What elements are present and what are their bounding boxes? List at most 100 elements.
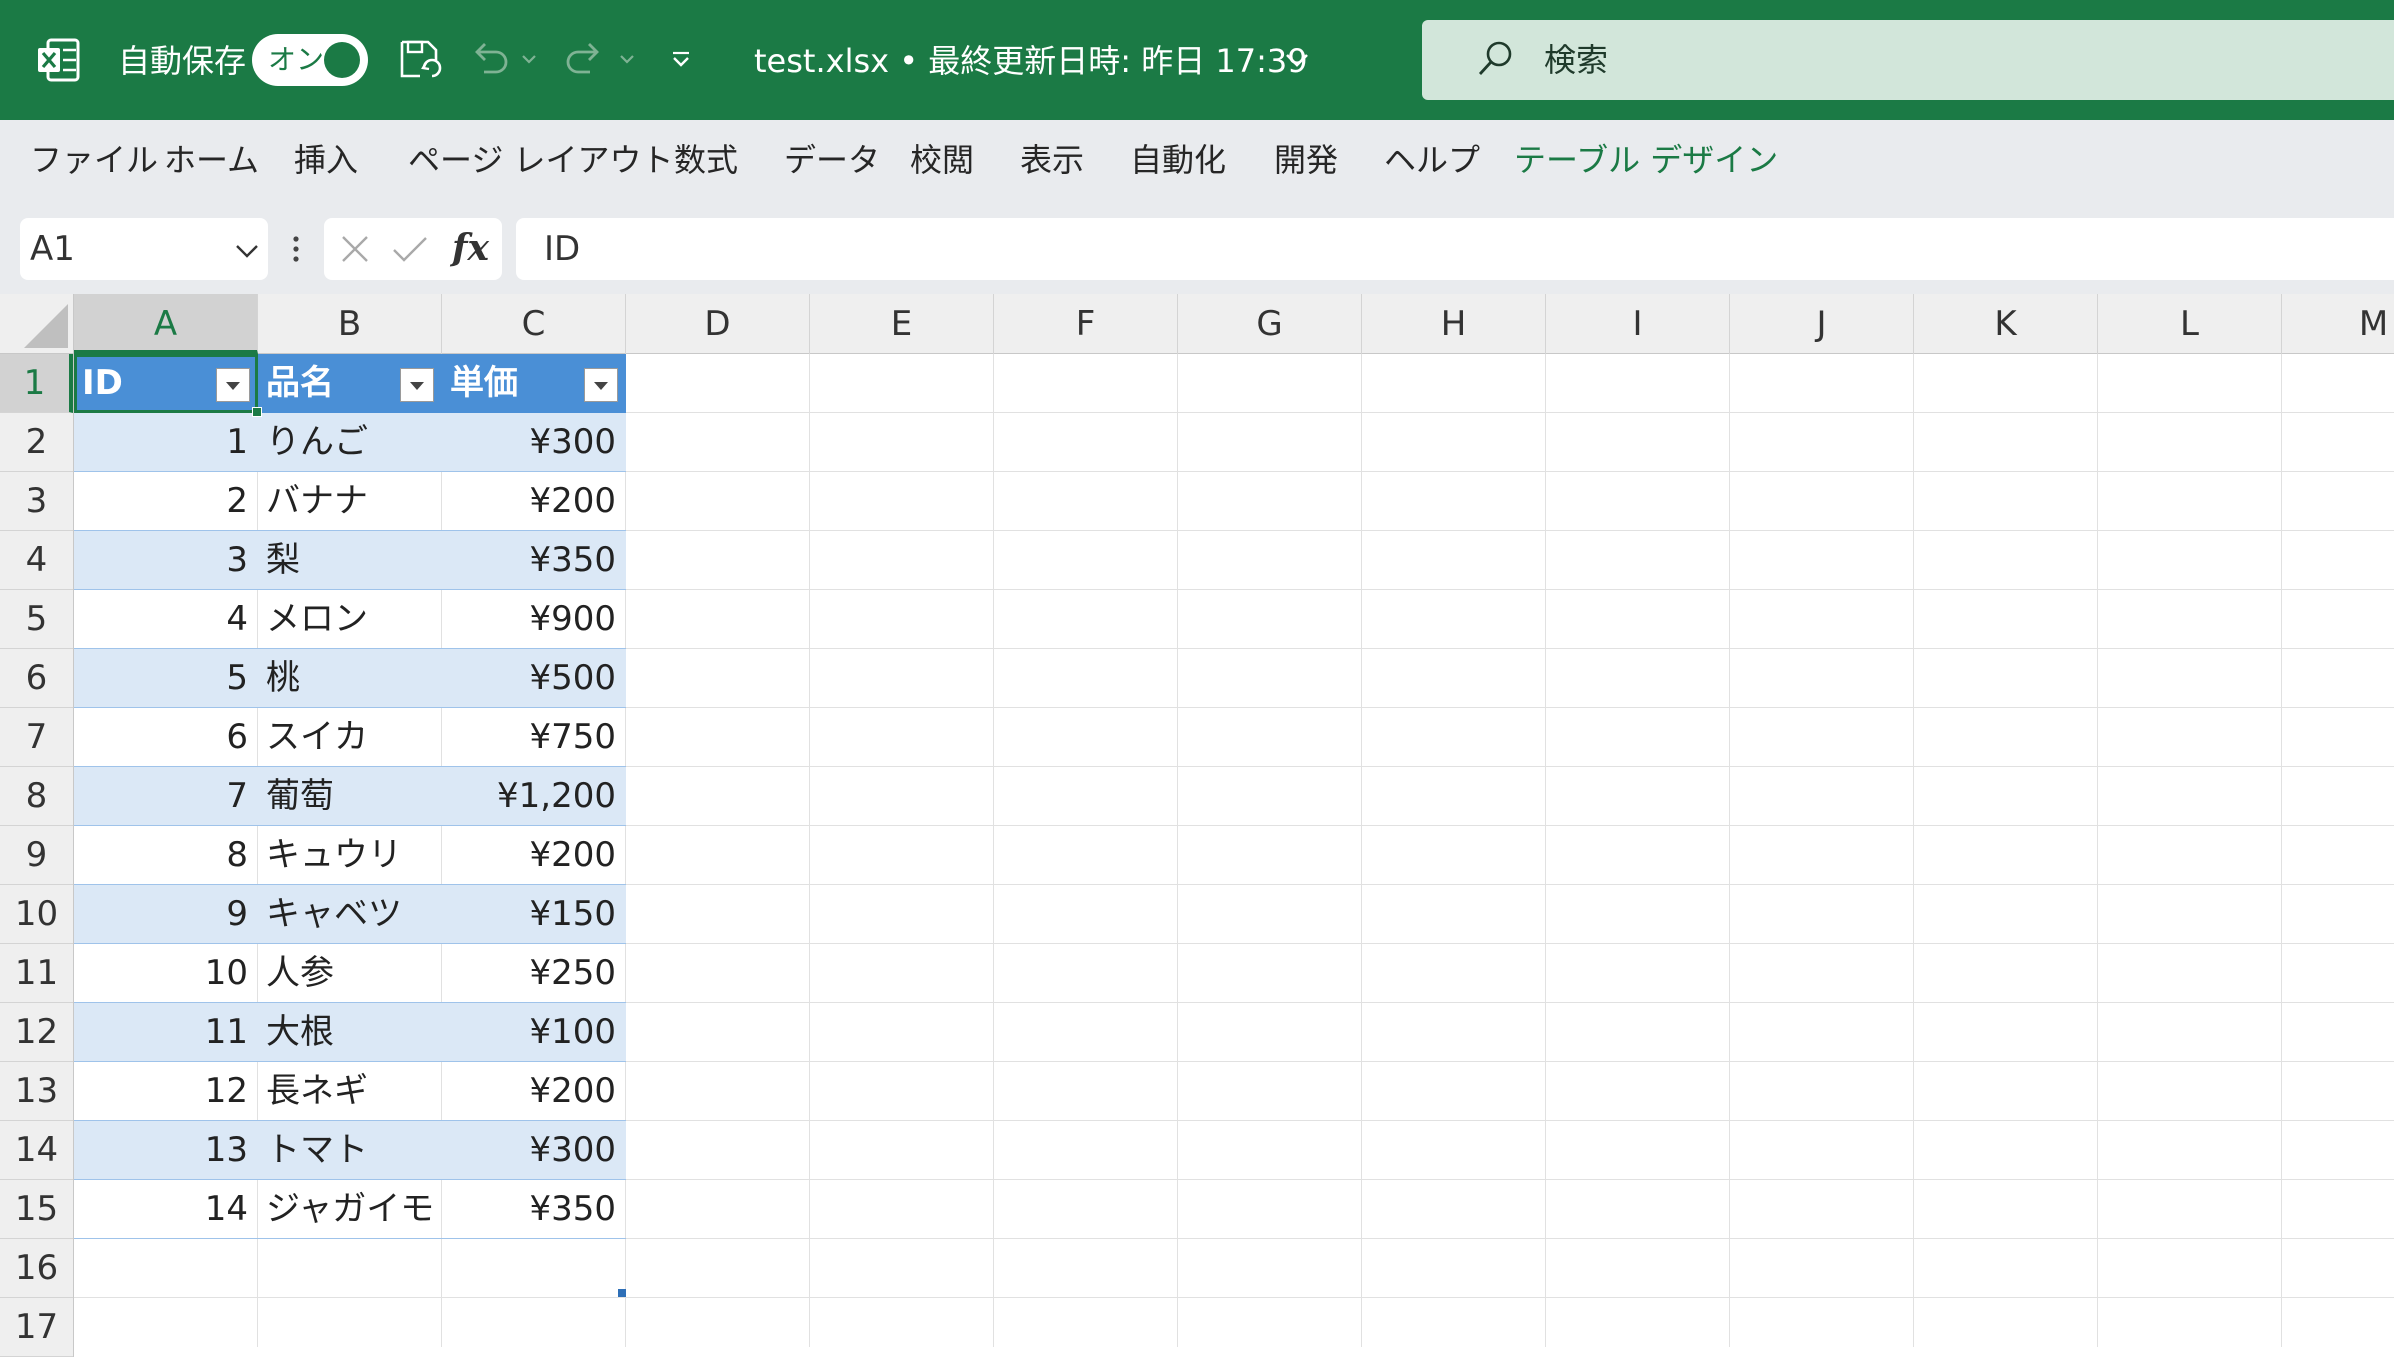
row-header-2[interactable]: 2 [0, 413, 73, 472]
row-header-8[interactable]: 8 [0, 767, 73, 826]
tab-insert[interactable]: 挿入 [294, 138, 358, 182]
tab-automate[interactable]: 自動化 [1130, 138, 1226, 182]
table-cell[interactable]: ¥250 [442, 944, 626, 1003]
undo-icon[interactable] [466, 36, 512, 82]
undo-dropdown-icon[interactable] [520, 52, 538, 66]
table-cell[interactable]: 10 [74, 944, 258, 1003]
table-cell[interactable]: ジャガイモ [258, 1180, 442, 1239]
filter-dropdown-button[interactable] [584, 368, 618, 402]
customize-toolbar-icon[interactable] [668, 46, 694, 72]
row-header-17[interactable]: 17 [0, 1298, 73, 1357]
column-header-j[interactable]: J [1730, 294, 1914, 354]
table-cell[interactable]: 9 [74, 885, 258, 944]
row-header-5[interactable]: 5 [0, 590, 73, 649]
table-cell[interactable]: キャベツ [258, 885, 442, 944]
row-header-10[interactable]: 10 [0, 885, 73, 944]
search-box[interactable]: 検索 [1422, 20, 2394, 100]
table-cell[interactable]: ¥200 [442, 826, 626, 885]
fill-handle[interactable] [252, 407, 262, 417]
select-all-button[interactable] [0, 294, 74, 354]
tab-developer[interactable]: 開発 [1274, 138, 1338, 182]
save-icon[interactable] [396, 36, 442, 82]
table-cell[interactable]: 2 [74, 472, 258, 531]
table-cell[interactable]: 12 [74, 1062, 258, 1121]
tab-review[interactable]: 校閲 [910, 138, 974, 182]
table-cell[interactable]: トマト [258, 1121, 442, 1180]
table-cell[interactable]: 桃 [258, 649, 442, 708]
table-cell[interactable]: ¥350 [442, 531, 626, 590]
column-header-m[interactable]: M [2282, 294, 2394, 354]
autosave-toggle[interactable]: オン [252, 34, 368, 86]
table-cell[interactable]: 梨 [258, 531, 442, 590]
table-header-cell[interactable]: 単価 [442, 354, 626, 413]
table-cell[interactable]: 1 [74, 413, 258, 472]
table-cell[interactable]: キュウリ [258, 826, 442, 885]
table-cell[interactable]: ¥750 [442, 708, 626, 767]
formula-input[interactable]: ID [516, 218, 2394, 280]
row-header-1[interactable]: 1 [0, 354, 73, 413]
tab-home[interactable]: ホーム [164, 138, 259, 182]
table-cell[interactable]: 14 [74, 1180, 258, 1239]
tab-page-layout[interactable]: ページ レイアウト [408, 138, 674, 182]
table-cell[interactable]: ¥300 [442, 1121, 626, 1180]
tab-file[interactable]: ファイル [30, 138, 158, 182]
enter-icon[interactable] [390, 232, 430, 266]
table-cell[interactable]: ¥200 [442, 1062, 626, 1121]
column-header-e[interactable]: E [810, 294, 994, 354]
filter-dropdown-button[interactable] [216, 368, 250, 402]
table-cell[interactable]: 8 [74, 826, 258, 885]
table-cell[interactable]: ¥500 [442, 649, 626, 708]
column-header-k[interactable]: K [1914, 294, 2098, 354]
table-cell[interactable]: ¥900 [442, 590, 626, 649]
excel-logo-icon[interactable] [36, 38, 80, 82]
table-header-cell[interactable]: 品名 [258, 354, 442, 413]
cells-area[interactable]: ID 品名 単価 1 りんご ¥300 2 バナナ ¥200 3 梨 ¥350 4 メロン ¥900 5 桃 ¥5… [74, 354, 2394, 1347]
cancel-icon[interactable] [338, 232, 372, 266]
table-cell[interactable]: 長ネギ [258, 1062, 442, 1121]
row-header-13[interactable]: 13 [0, 1062, 73, 1121]
column-header-g[interactable]: G [1178, 294, 1362, 354]
table-header-cell[interactable]: ID [74, 354, 258, 413]
tab-formulas[interactable]: 数式 [674, 138, 738, 182]
table-cell[interactable]: 人参 [258, 944, 442, 1003]
tab-data[interactable]: データ [784, 138, 880, 182]
table-cell[interactable]: ¥150 [442, 885, 626, 944]
row-header-16[interactable]: 16 [0, 1239, 73, 1298]
row-header-7[interactable]: 7 [0, 708, 73, 767]
table-cell[interactable]: ¥300 [442, 413, 626, 472]
more-options-icon[interactable] [284, 226, 308, 272]
filter-dropdown-button[interactable] [400, 368, 434, 402]
tab-table-design[interactable]: テーブル デザイン [1514, 138, 1778, 182]
table-resize-handle[interactable] [618, 1289, 626, 1297]
table-cell[interactable]: メロン [258, 590, 442, 649]
column-header-c[interactable]: C [442, 294, 626, 354]
name-box-value[interactable]: A1 [30, 228, 75, 270]
table-cell[interactable]: 大根 [258, 1003, 442, 1062]
table-cell[interactable]: 4 [74, 590, 258, 649]
table-cell[interactable]: バナナ [258, 472, 442, 531]
table-cell[interactable]: 6 [74, 708, 258, 767]
row-header-11[interactable]: 11 [0, 944, 73, 1003]
column-header-f[interactable]: F [994, 294, 1178, 354]
table-cell[interactable]: ¥200 [442, 472, 626, 531]
row-header-9[interactable]: 9 [0, 826, 73, 885]
row-header-15[interactable]: 15 [0, 1180, 73, 1239]
tab-view[interactable]: 表示 [1020, 138, 1084, 182]
row-header-3[interactable]: 3 [0, 472, 73, 531]
column-header-a[interactable]: A [74, 294, 258, 354]
chevron-down-icon[interactable] [1284, 50, 1310, 70]
redo-dropdown-icon[interactable] [618, 52, 636, 66]
table-cell[interactable]: 葡萄 [258, 767, 442, 826]
name-box[interactable]: A1 [20, 218, 268, 280]
table-cell[interactable]: りんご [258, 413, 442, 472]
document-title[interactable]: test.xlsx • 最終更新日時: 昨日 17:39 [754, 40, 1308, 82]
row-header-4[interactable]: 4 [0, 531, 73, 590]
table-cell[interactable]: ¥1,200 [442, 767, 626, 826]
table-cell[interactable]: 5 [74, 649, 258, 708]
table-cell[interactable]: ¥100 [442, 1003, 626, 1062]
table-cell[interactable]: ¥350 [442, 1180, 626, 1239]
formula-content[interactable]: ID [544, 228, 580, 270]
search-input[interactable]: 検索 [1544, 40, 1608, 80]
column-header-l[interactable]: L [2098, 294, 2282, 354]
column-header-d[interactable]: D [626, 294, 810, 354]
